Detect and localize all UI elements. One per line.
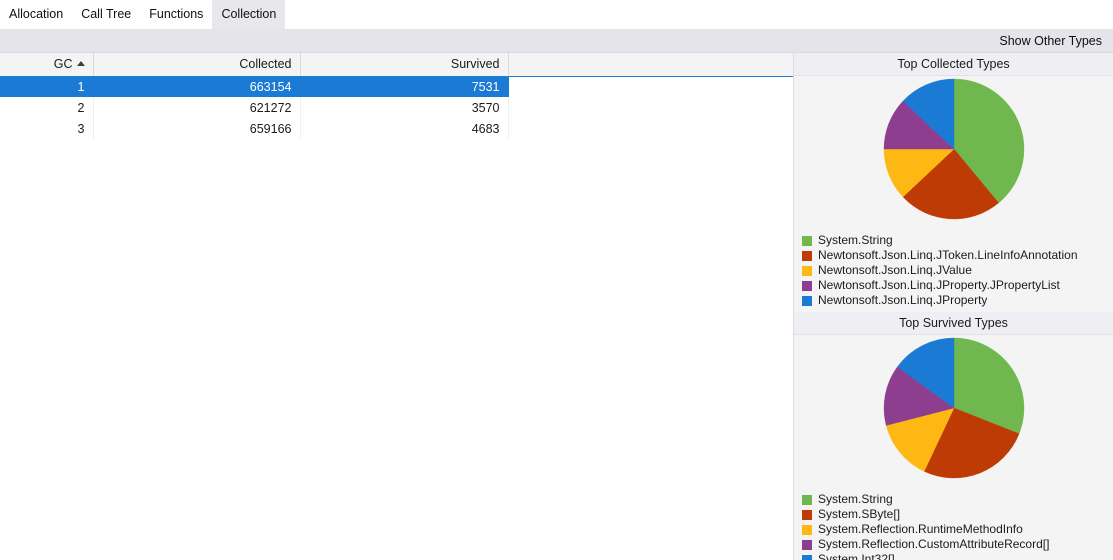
cell-filler bbox=[508, 118, 793, 139]
legend-item[interactable]: System.String bbox=[802, 492, 1113, 507]
legend-item[interactable]: System.Int32[] bbox=[802, 552, 1113, 560]
top-survived-types-pie-chart bbox=[883, 337, 1024, 479]
table-row[interactable]: 2 621272 3570 bbox=[0, 97, 793, 118]
sort-ascending-icon bbox=[76, 61, 85, 67]
cell-survived: 7531 bbox=[300, 76, 509, 97]
tab-strip: Allocation Call Tree Functions Collectio… bbox=[0, 0, 1113, 29]
legend-item-label: System.Reflection.RuntimeMethodInfo bbox=[818, 522, 1023, 536]
legend-item-label: Newtonsoft.Json.Linq.JProperty.JProperty… bbox=[818, 278, 1060, 292]
cell-survived: 3570 bbox=[300, 97, 509, 118]
tab-collection[interactable]: Collection bbox=[212, 0, 286, 29]
table-row[interactable]: 3 659166 4683 bbox=[0, 118, 793, 139]
cell-collected: 621272 bbox=[93, 97, 301, 118]
legend-item[interactable]: Newtonsoft.Json.Linq.JProperty.JProperty… bbox=[802, 278, 1113, 293]
command-band: Show Other Types bbox=[0, 29, 1113, 53]
collection-view: Allocation Call Tree Functions Collectio… bbox=[0, 0, 1113, 560]
top-survived-types-legend: System.String System.SByte[] System.Reflec… bbox=[794, 490, 1113, 560]
legend-color-swatch bbox=[802, 265, 812, 276]
top-collected-types-legend: System.String Newtonsoft.Json.Linq.JToken… bbox=[794, 231, 1113, 312]
top-collected-types-piebox bbox=[794, 76, 1113, 231]
legend-color-swatch bbox=[802, 295, 812, 306]
legend-color-swatch bbox=[802, 235, 812, 246]
legend-item-label: System.String bbox=[818, 233, 893, 247]
cell-collected: 659166 bbox=[93, 118, 301, 139]
tab-call-tree[interactable]: Call Tree bbox=[72, 0, 140, 29]
tab-allocation[interactable]: Allocation bbox=[0, 0, 72, 29]
top-survived-types-piebox bbox=[794, 335, 1113, 490]
table-row[interactable]: 1 663154 7531 bbox=[0, 76, 793, 97]
column-header-gc-label: GC bbox=[53, 57, 73, 72]
top-survived-types-title: Top Survived Types bbox=[794, 312, 1113, 335]
top-collected-types-pie-chart bbox=[883, 78, 1024, 220]
legend-item[interactable]: System.SByte[] bbox=[802, 507, 1113, 522]
gc-table-container: GC Collected Survived 1 663154 7531 2 62… bbox=[0, 53, 793, 560]
column-header-gc[interactable]: GC bbox=[0, 53, 94, 77]
legend-item[interactable]: System.Reflection.RuntimeMethodInfo bbox=[802, 522, 1113, 537]
legend-color-swatch bbox=[802, 250, 812, 261]
legend-color-swatch bbox=[802, 280, 812, 291]
show-other-types-button[interactable]: Show Other Types bbox=[996, 31, 1105, 51]
gc-table: GC Collected Survived 1 663154 7531 2 62… bbox=[0, 53, 793, 139]
top-collected-types-title: Top Collected Types bbox=[794, 53, 1113, 76]
legend-item[interactable]: Newtonsoft.Json.Linq.JToken.LineInfoAnno… bbox=[802, 248, 1113, 263]
legend-color-swatch bbox=[802, 539, 812, 550]
tab-functions[interactable]: Functions bbox=[140, 0, 212, 29]
top-survived-types-section: Top Survived Types System.String System.S… bbox=[794, 312, 1113, 560]
legend-item-label: System.SByte[] bbox=[818, 507, 901, 521]
legend-color-swatch bbox=[802, 554, 812, 560]
legend-item[interactable]: System.Reflection.CustomAttributeRecord[… bbox=[802, 537, 1113, 552]
cell-filler bbox=[508, 76, 793, 97]
column-header-survived[interactable]: Survived bbox=[300, 53, 509, 77]
cell-collected: 663154 bbox=[93, 76, 301, 97]
legend-item[interactable]: Newtonsoft.Json.Linq.JProperty bbox=[802, 293, 1113, 308]
legend-item-label: Newtonsoft.Json.Linq.JProperty bbox=[818, 293, 988, 307]
legend-item-label: System.Reflection.CustomAttributeRecord[… bbox=[818, 537, 1050, 551]
legend-item[interactable]: System.String bbox=[802, 233, 1113, 248]
legend-color-swatch bbox=[802, 494, 812, 505]
cell-gc: 3 bbox=[0, 118, 94, 139]
table-header-row: GC Collected Survived bbox=[0, 53, 793, 77]
legend-color-swatch bbox=[802, 524, 812, 535]
legend-item-label: Newtonsoft.Json.Linq.JToken.LineInfoAnno… bbox=[818, 248, 1078, 262]
charts-panel: Top Collected Types System.String Newtons… bbox=[793, 53, 1113, 560]
cell-filler bbox=[508, 97, 793, 118]
cell-gc: 2 bbox=[0, 97, 94, 118]
legend-item-label: System.Int32[] bbox=[818, 552, 895, 560]
column-header-filler bbox=[508, 53, 793, 77]
column-header-collected[interactable]: Collected bbox=[93, 53, 301, 77]
cell-survived: 4683 bbox=[300, 118, 509, 139]
legend-color-swatch bbox=[802, 509, 812, 520]
legend-item-label: System.String bbox=[818, 492, 893, 506]
legend-item-label: Newtonsoft.Json.Linq.JValue bbox=[818, 263, 972, 277]
legend-item[interactable]: Newtonsoft.Json.Linq.JValue bbox=[802, 263, 1113, 278]
cell-gc: 1 bbox=[0, 76, 94, 97]
top-collected-types-section: Top Collected Types System.String Newtons… bbox=[794, 53, 1113, 312]
